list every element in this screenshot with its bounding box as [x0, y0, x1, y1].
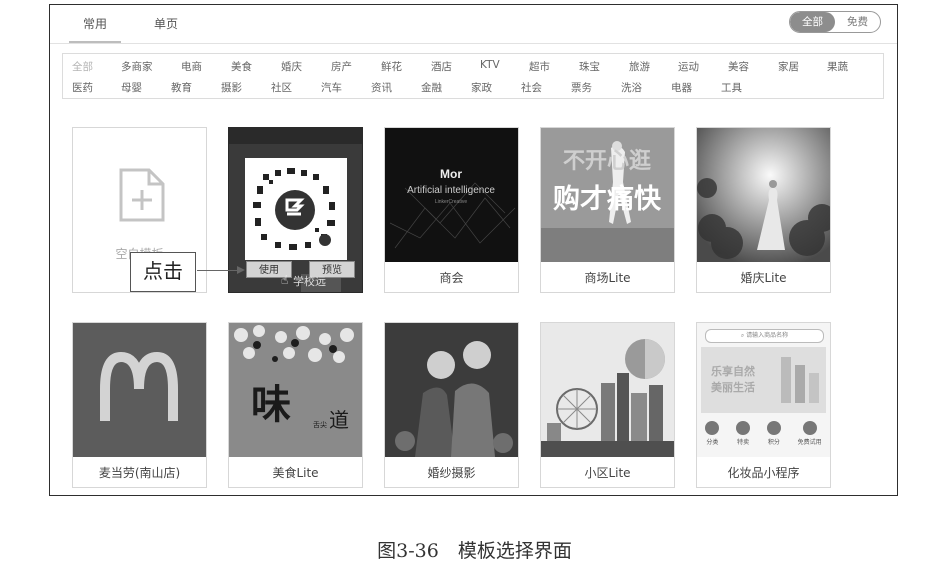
category-item[interactable]: 摄影 [221, 80, 242, 95]
category-shortcut[interactable]: 分类 [705, 417, 720, 446]
mcdonalds-logo [73, 323, 206, 457]
category-item[interactable]: 资讯 [371, 80, 392, 95]
category-item[interactable]: 家居 [778, 59, 799, 74]
category-item[interactable]: 鲜花 [381, 59, 402, 74]
category-item[interactable]: 旅游 [629, 59, 650, 74]
search-icon: ⌕ [740, 332, 745, 339]
cosmetics-mini-program-preview: ⌕ 请输入商品名称 乐享自然 美丽生活 分类 特卖 积分 免费试用 [697, 323, 830, 457]
all-free-toggle[interactable]: 全部 免费 [789, 11, 881, 33]
template-card-school[interactable]: 使用 预览 ☝ 学校远 [228, 127, 363, 293]
category-item[interactable]: 医药 [72, 80, 93, 95]
category-item[interactable]: 社区 [271, 80, 292, 95]
template-label: 商会 [439, 271, 464, 285]
category-filter: 全部 多商家 电商 美食 婚庆 房产 鲜花 酒店 KTV 超市 珠宝 旅游 运动… [62, 53, 884, 99]
category-item[interactable]: 电商 [181, 59, 202, 74]
thumb-text: Artificial intelligence [407, 185, 495, 196]
template-label: 小区Lite [584, 466, 631, 480]
category-item[interactable]: 母婴 [121, 80, 142, 95]
category-item[interactable]: 票务 [571, 80, 592, 95]
template-card-mall[interactable]: 不开心逛 购才痛快 商场Lite [540, 127, 675, 293]
thumb-text: 道 [329, 408, 349, 432]
tab-single-page[interactable]: 单页 [154, 15, 178, 32]
category-item[interactable]: 金融 [421, 80, 442, 95]
category-item[interactable]: 工具 [721, 80, 742, 95]
tab-bar: 常用 单页 全部 免费 [50, 5, 897, 44]
search-input[interactable]: ⌕ 请输入商品名称 [705, 329, 824, 343]
category-item[interactable]: KTV [480, 59, 500, 71]
category-item[interactable]: 果蔬 [827, 59, 848, 74]
category-item[interactable]: 婚庆 [281, 59, 302, 74]
template-label: 化妆品小程序 [727, 466, 800, 480]
category-item[interactable]: 汽车 [321, 80, 342, 95]
category-item[interactable]: 家政 [471, 80, 492, 95]
template-card-cosmetics[interactable]: ⌕ 请输入商品名称 乐享自然 美丽生活 分类 特卖 积分 免费试用 化妆品小程序 [696, 322, 831, 488]
template-card-mcdonalds[interactable]: 麦当劳(南山店) [72, 322, 207, 488]
category-item[interactable]: 社会 [521, 80, 542, 95]
search-placeholder: 请输入商品名称 [746, 332, 789, 339]
ai-network-image: Mor Artificial intelligence LinkerCreati… [385, 128, 518, 262]
category-icon-row: 分类 特卖 积分 免费试用 [697, 417, 830, 457]
community-city-image [541, 323, 674, 457]
category-item[interactable]: 运动 [678, 59, 699, 74]
toggle-free[interactable]: 免费 [835, 12, 880, 32]
category-item[interactable]: 美容 [728, 59, 749, 74]
thumb-text: 购才痛快 [553, 183, 662, 215]
toggle-all[interactable]: 全部 [790, 12, 835, 32]
template-window: 常用 单页 全部 免费 全部 多商家 电商 美食 婚庆 房产 鲜花 酒店 KTV… [49, 4, 898, 496]
banner-text: 美丽生活 [711, 381, 755, 394]
tab-common[interactable]: 常用 [68, 15, 122, 43]
callout-arrow [197, 266, 245, 274]
category-item[interactable]: 电器 [671, 80, 692, 95]
category-item[interactable]: 珠宝 [579, 59, 600, 74]
category-item[interactable]: 多商家 [121, 59, 153, 74]
thumb-text: LinkerCreative [435, 199, 467, 205]
figure-caption: 图3-36 模板选择界面 [377, 540, 572, 562]
category-item[interactable]: 美食 [231, 59, 252, 74]
thumb-text: 味 [251, 381, 291, 428]
template-label: 学校远 [293, 275, 326, 288]
category-item[interactable]: 教育 [171, 80, 192, 95]
template-label: 麦当劳(南山店) [98, 466, 181, 480]
category-shortcut[interactable]: 免费试用 [798, 417, 822, 446]
template-label: 婚纱摄影 [427, 466, 476, 480]
template-card-chamber[interactable]: Mor Artificial intelligence LinkerCreati… [384, 127, 519, 293]
template-card-wedding[interactable]: 婚庆Lite [696, 127, 831, 293]
thumb-text: 舌尖 [313, 420, 327, 429]
template-card-wedding-photo[interactable]: 婚纱摄影 [384, 322, 519, 488]
category-item[interactable]: 超市 [529, 59, 550, 74]
template-card-food[interactable]: 味 舌尖 道 美食Lite [228, 322, 363, 488]
wedding-garden-image [697, 128, 830, 262]
banner-image: 乐享自然 美丽生活 [701, 347, 826, 413]
thumb-text: Mor [440, 167, 462, 181]
template-label: 婚庆Lite [740, 271, 787, 285]
template-card-community[interactable]: 小区Lite [540, 322, 675, 488]
category-item[interactable]: 全部 [72, 59, 93, 74]
template-label: 商场Lite [584, 271, 631, 285]
cursor-icon: ☝ [281, 273, 289, 287]
category-shortcut[interactable]: 特卖 [736, 417, 751, 446]
thumb-text: 不开心逛 [563, 148, 651, 174]
category-item[interactable]: 酒店 [431, 59, 452, 74]
template-label: 美食Lite [272, 466, 319, 480]
mall-promo-image: 不开心逛 购才痛快 [541, 128, 674, 262]
category-shortcut[interactable]: 积分 [766, 417, 781, 446]
click-callout: 点击 [130, 252, 196, 292]
category-item[interactable]: 洗浴 [621, 80, 642, 95]
category-item[interactable]: 房产 [331, 59, 352, 74]
banner-text: 乐享自然 [711, 365, 755, 378]
wedding-couple-image [385, 323, 518, 457]
food-blossom-image: 味 舌尖 道 [229, 323, 362, 457]
